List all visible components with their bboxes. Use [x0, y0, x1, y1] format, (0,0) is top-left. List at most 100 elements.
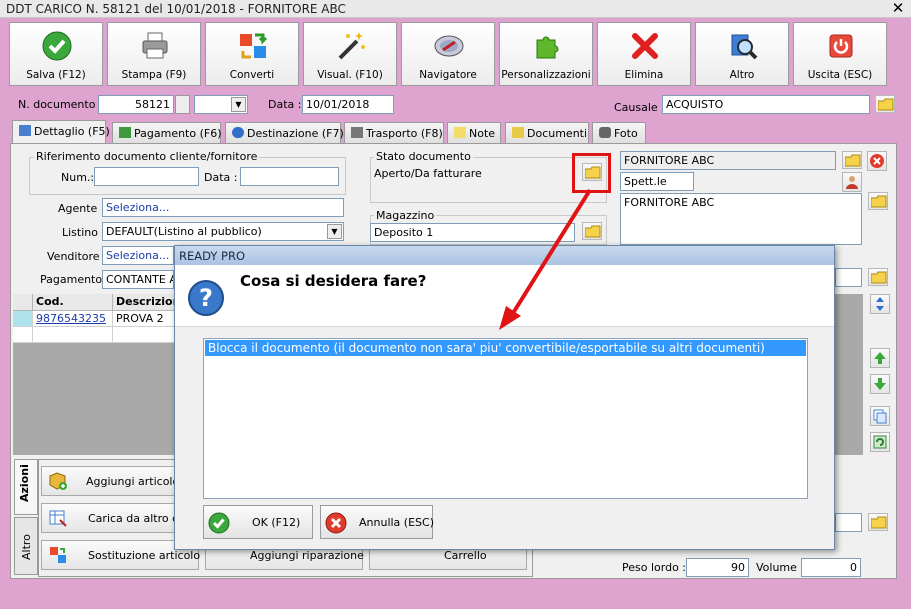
convert-icon: [240, 33, 268, 59]
num-field[interactable]: [94, 167, 199, 186]
exit-button[interactable]: Uscita (ESC): [793, 22, 887, 86]
listino-label: Listino :: [62, 226, 106, 239]
doc-number-field[interactable]: 58121: [98, 95, 174, 114]
magazzino-field[interactable]: Deposito 1: [370, 223, 575, 242]
tab-note[interactable]: Note: [447, 122, 501, 144]
data-label: Data :: [204, 171, 238, 184]
date-label: Data :: [268, 98, 302, 111]
tab-dettaglio[interactable]: Dettaglio (F5): [12, 120, 110, 144]
ok-button[interactable]: OK (F12): [203, 505, 313, 539]
doc-number-spin[interactable]: [175, 95, 190, 114]
magazzino-folder-button[interactable]: [582, 222, 602, 240]
row-indicator[interactable]: [13, 311, 33, 327]
riferimento-title: Riferimento documento cliente/fornitore: [34, 150, 260, 163]
copy-button[interactable]: [870, 406, 890, 426]
contact-button[interactable]: [842, 172, 862, 192]
peso-label: Peso lordo :: [622, 561, 686, 574]
supplier-folder-button[interactable]: [842, 151, 862, 169]
arrow-down-icon: [874, 378, 886, 390]
convert-label: Converti: [229, 69, 275, 81]
extra-folder-button[interactable]: [868, 268, 888, 286]
convert-button[interactable]: Converti: [205, 22, 299, 86]
delete-label: Elimina: [624, 69, 664, 81]
list-item[interactable]: Blocca il documento (il documento non sa…: [205, 340, 806, 356]
chevron-down-icon[interactable]: ▼: [327, 224, 342, 239]
delete-x-icon: [870, 154, 884, 168]
volume-label: Volume :: [756, 561, 805, 574]
preview-button[interactable]: Visual. (F10): [303, 22, 397, 86]
move-down-button[interactable]: [870, 374, 890, 394]
title-bar: DDT CARICO N. 58121 del 10/01/2018 - FOR…: [0, 0, 911, 18]
doc-number-label: N. documento :: [18, 98, 103, 111]
pagamento-field[interactable]: CONTANTE AL: [102, 270, 174, 289]
listino-select[interactable]: DEFAULT(Listino al pubblico): [102, 222, 344, 241]
copy-icon: [873, 409, 887, 424]
grid-col-cod[interactable]: Cod.: [33, 294, 113, 311]
table-row-code[interactable]: 9876543235: [33, 311, 113, 327]
footer-folder-button[interactable]: [868, 513, 888, 531]
side-tab-altro[interactable]: Altro: [14, 517, 38, 575]
customize-button[interactable]: Personalizzazioni: [499, 22, 593, 86]
pagamento-label: Pagamento :: [40, 273, 110, 286]
save-label: Salva (F12): [26, 69, 86, 81]
empty-row-cell[interactable]: [33, 327, 113, 343]
empty-row-indicator[interactable]: [13, 327, 33, 343]
data-field[interactable]: [240, 167, 339, 186]
other-label: Altro: [729, 69, 755, 81]
causale-folder-button[interactable]: [875, 95, 895, 113]
table-load-icon: [49, 510, 67, 527]
sort-button[interactable]: [870, 294, 890, 314]
date-field[interactable]: 10/01/2018: [302, 95, 394, 114]
folder-icon: [512, 127, 524, 138]
remove-supplier-button[interactable]: [867, 151, 887, 171]
empty-row-cell[interactable]: [113, 327, 175, 343]
num-label: Num.:: [61, 171, 95, 184]
tab-foto[interactable]: Foto: [592, 122, 646, 144]
delete-button[interactable]: Elimina: [597, 22, 691, 86]
chevron-down-icon[interactable]: ▼: [231, 97, 246, 112]
print-label: Stampa (F9): [121, 69, 187, 81]
address-folder-button[interactable]: [868, 192, 888, 210]
agente-field[interactable]: Seleziona...: [102, 198, 344, 217]
close-icon[interactable]: ✕: [889, 0, 907, 16]
venditore-label: Venditore :: [47, 250, 107, 263]
side-tab-azioni[interactable]: Azioni: [14, 459, 38, 515]
customize-label: Personalizzazioni: [501, 69, 591, 81]
table-row-description[interactable]: PROVA 2: [113, 311, 175, 327]
magnifier-icon: [731, 34, 758, 60]
add-article-button[interactable]: Aggiungi articolo (F: [41, 466, 193, 496]
folder-icon: [871, 516, 887, 529]
power-icon: [829, 34, 853, 58]
exit-label: Uscita (ESC): [807, 69, 873, 81]
move-up-button[interactable]: [870, 348, 890, 368]
grid-col-descrizione[interactable]: Descrizion: [113, 294, 175, 311]
extra-field[interactable]: [835, 268, 862, 287]
agente-label: Agente :: [58, 202, 105, 215]
tab-documenti[interactable]: Documenti: [505, 122, 589, 144]
causale-field[interactable]: ACQUISTO: [662, 95, 870, 114]
other-button[interactable]: Altro: [695, 22, 789, 86]
print-button[interactable]: Stampa (F9): [107, 22, 201, 86]
truck-icon: [351, 127, 363, 138]
globe-icon: [232, 127, 244, 138]
footer-extra-field[interactable]: [835, 513, 862, 532]
refresh-button[interactable]: [870, 432, 890, 452]
load-from-document-button[interactable]: Carica da altro do: [41, 503, 186, 533]
save-button[interactable]: Salva (F12): [9, 22, 103, 86]
peso-field[interactable]: 90: [686, 558, 749, 577]
options-list[interactable]: Blocca il documento (il documento non sa…: [203, 338, 808, 499]
address-field[interactable]: FORNITORE ABC: [620, 193, 862, 245]
tab-destinazione[interactable]: Destinazione (F7): [225, 122, 344, 144]
tab-pagamento[interactable]: Pagamento (F6): [112, 122, 222, 144]
salutation-field[interactable]: Spett.le: [620, 172, 694, 191]
cancel-button[interactable]: Annulla (ESC): [320, 505, 434, 539]
svg-text:?: ?: [199, 284, 213, 312]
note-icon: [454, 127, 466, 138]
delete-x-icon: [632, 33, 658, 59]
navigator-label: Navigatore: [419, 69, 477, 81]
refresh-icon: [873, 435, 887, 449]
navigator-button[interactable]: Navigatore: [401, 22, 495, 86]
volume-field[interactable]: 0: [801, 558, 861, 577]
venditore-field[interactable]: Seleziona...: [102, 246, 174, 265]
tab-trasporto[interactable]: Trasporto (F8): [344, 122, 444, 144]
